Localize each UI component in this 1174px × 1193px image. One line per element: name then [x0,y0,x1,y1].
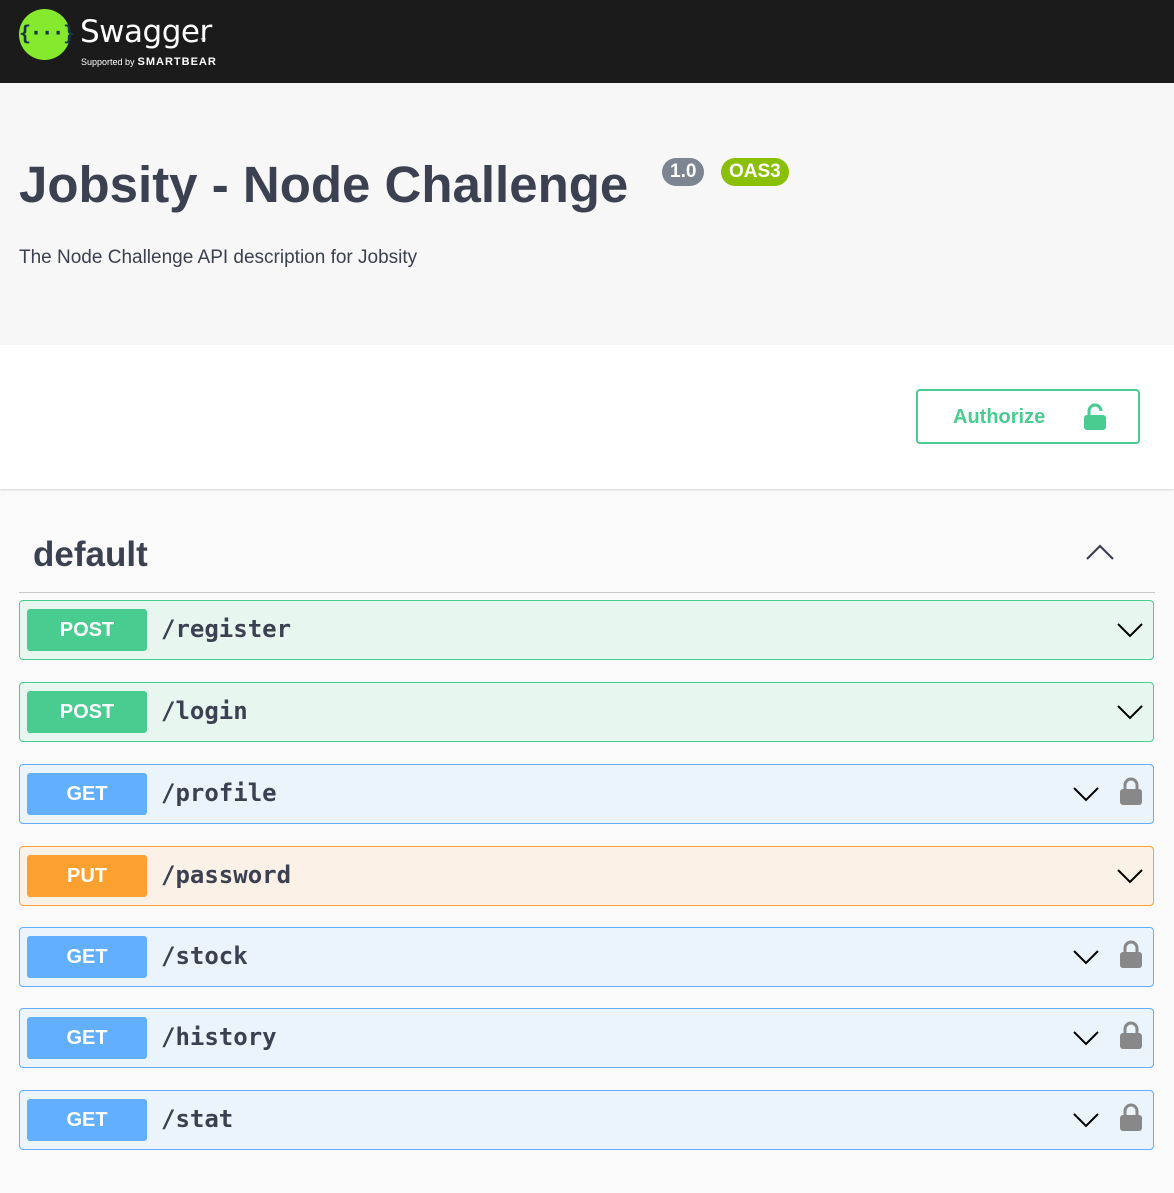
oas-badge: OAS3 [721,158,789,186]
method-badge: PUT [27,855,147,897]
logo-trademark: ™ [200,38,206,44]
locked-lock-icon[interactable] [1119,939,1143,969]
locked-lock-icon[interactable] [1119,1020,1143,1050]
tag-default-header[interactable]: default [19,515,1155,593]
chevron-down-icon[interactable] [1072,1029,1100,1047]
operation-path: /register [161,615,292,643]
operation-path: /profile [161,779,277,807]
operation-path: /stock [161,942,248,970]
swagger-logo-icon[interactable]: {···} [19,9,75,60]
operation-path: /login [161,697,248,725]
page-title: Jobsity - Node Challenge [19,156,629,213]
logo-tagline: Supported by SMARTBEAR [81,56,217,68]
locked-lock-icon[interactable] [1119,1102,1143,1132]
chevron-down-icon[interactable] [1072,948,1100,966]
logo-name: Swagger [80,14,212,50]
operation-post-register[interactable]: POST /register [19,600,1154,660]
api-description: The Node Challenge API description for J… [19,247,418,268]
method-badge: POST [27,691,147,733]
topbar: {···} Swagger ™ Supported by SMARTBEAR [0,0,1174,83]
operation-get-profile[interactable]: GET /profile [19,764,1154,824]
tag-name: default [33,535,148,574]
chevron-down-icon[interactable] [1072,785,1100,803]
method-badge: GET [27,1099,147,1141]
operation-post-login[interactable]: POST /login [19,682,1154,742]
operation-get-history[interactable]: GET /history [19,1008,1154,1068]
operation-path: /history [161,1023,277,1051]
operation-path: /stat [161,1105,234,1133]
method-badge: GET [27,1017,147,1059]
operation-put-password[interactable]: PUT /password [19,846,1154,906]
method-badge: GET [27,936,147,978]
operation-get-stat[interactable]: GET /stat [19,1090,1154,1150]
chevron-up-icon[interactable] [1085,543,1115,563]
authorize-label: Authorize [953,406,1046,428]
version-badge: 1.0 [662,158,705,186]
scheme-container: Authorize [0,345,1174,489]
method-badge: GET [27,773,147,815]
operation-path: /password [161,861,292,889]
chevron-down-icon[interactable] [1116,703,1144,721]
chevron-down-icon[interactable] [1072,1111,1100,1129]
chevron-down-icon[interactable] [1116,621,1144,639]
unlocked-lock-icon [1084,403,1106,430]
vendor-name: SMARTBEAR [137,56,217,68]
locked-lock-icon[interactable] [1119,776,1143,806]
info-section: Jobsity - Node Challenge 1.0 OAS3 The No… [0,83,1174,345]
supported-by-label: Supported by [81,57,135,67]
chevron-down-icon[interactable] [1116,867,1144,885]
method-badge: POST [27,609,147,651]
operation-get-stock[interactable]: GET /stock [19,927,1154,987]
authorize-button[interactable]: Authorize [916,389,1140,444]
